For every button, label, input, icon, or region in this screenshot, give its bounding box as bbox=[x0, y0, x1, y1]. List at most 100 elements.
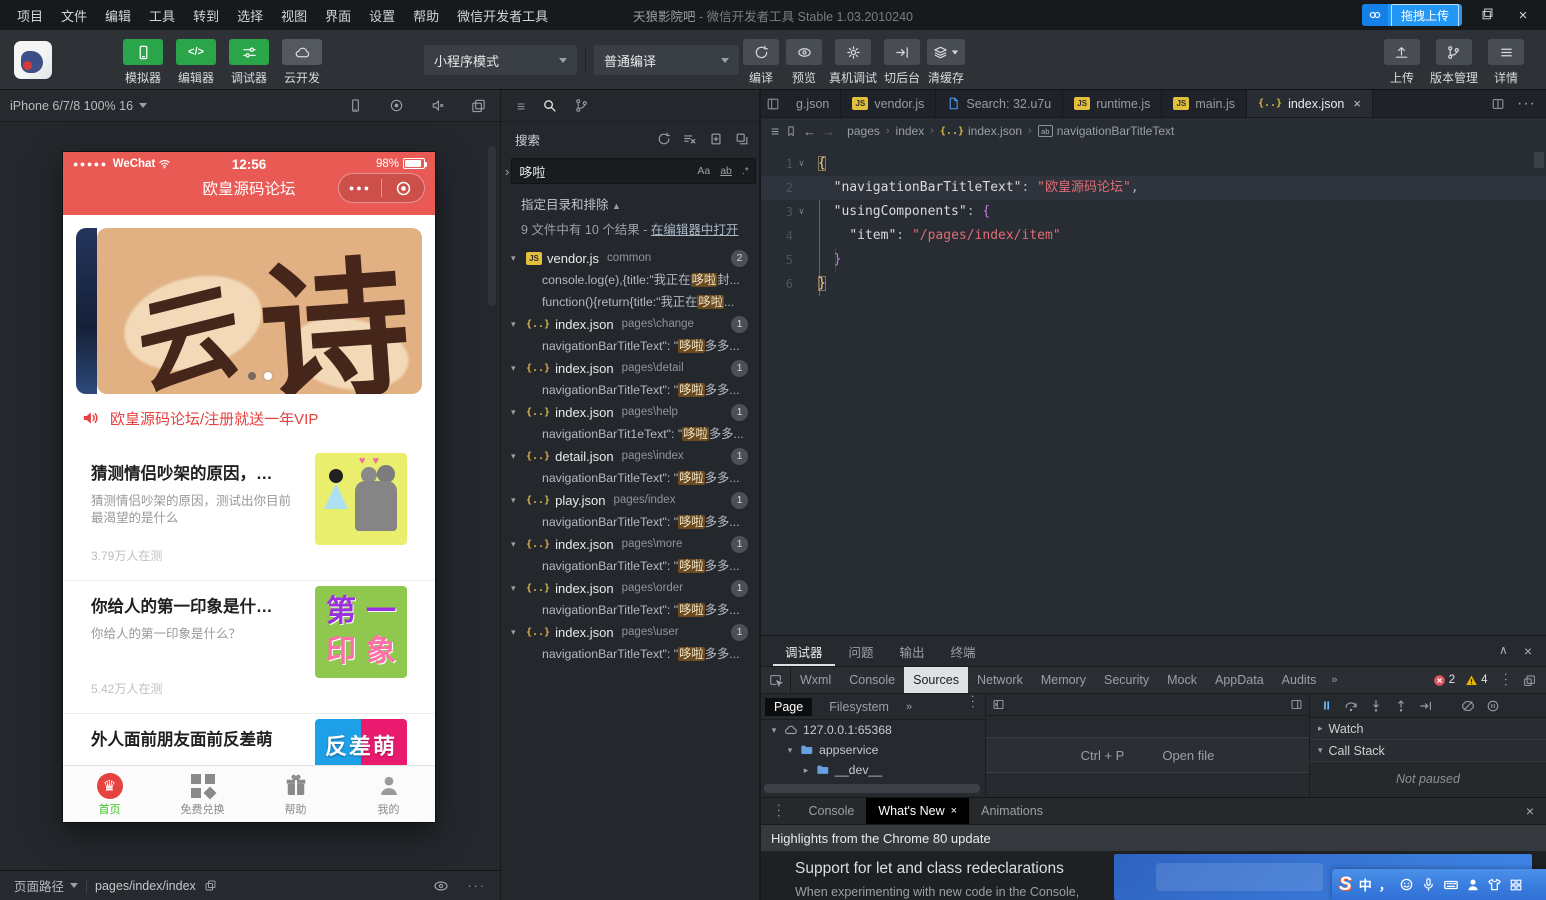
search-input[interactable] bbox=[519, 163, 696, 179]
sogou-logo-icon[interactable]: S bbox=[1339, 874, 1352, 896]
multi-window-icon[interactable] bbox=[471, 98, 486, 113]
skin-icon[interactable] bbox=[1487, 877, 1502, 892]
collapse-all-icon[interactable] bbox=[735, 132, 749, 146]
toolbar-button-清缓存[interactable]: 清缓存 bbox=[927, 39, 966, 86]
toolbar-button-上传[interactable]: 上传 bbox=[1383, 39, 1420, 86]
punctuation-icon[interactable]: ， bbox=[1379, 875, 1392, 894]
warning-badge[interactable]: 4 bbox=[1465, 674, 1488, 687]
toolbar-button-版本管理[interactable]: 版本管理 bbox=[1430, 39, 1478, 86]
article-title[interactable]: Support for let and class redeclarations bbox=[795, 860, 1064, 878]
more-actions-icon[interactable]: ··· bbox=[1517, 95, 1536, 113]
open-in-editor-link[interactable]: 在编辑器中打开 bbox=[651, 223, 739, 237]
simulator-scrollbar[interactable] bbox=[488, 146, 496, 306]
carousel-slide-image[interactable]: 云 诗 bbox=[97, 228, 422, 394]
menu-item-1[interactable]: 文件 bbox=[52, 6, 96, 25]
menu-item-8[interactable]: 设置 bbox=[360, 6, 404, 25]
inspect-element-icon[interactable] bbox=[761, 667, 791, 693]
debugger-tab-问题[interactable]: 问题 bbox=[837, 636, 886, 666]
editor-tab-vendor.js[interactable]: JS vendor.js bbox=[841, 90, 937, 117]
refresh-search-icon[interactable] bbox=[657, 132, 671, 146]
step-button[interactable] bbox=[1419, 699, 1433, 713]
step-into-button[interactable] bbox=[1369, 699, 1383, 713]
rotate-device-icon[interactable] bbox=[348, 98, 363, 113]
keyboard-icon[interactable] bbox=[1443, 877, 1459, 893]
code-line-5[interactable]: 5 } bbox=[761, 248, 1546, 272]
tree-item-__dev__[interactable]: ▸ __dev__ bbox=[761, 760, 985, 780]
search-result-match[interactable]: navigationBarTitleText": "哆啦多多... bbox=[501, 379, 759, 401]
fold-chevron-icon[interactable]: ∨ bbox=[793, 152, 810, 176]
search-result-file[interactable]: ▾ {..} detail.json pages\index 1 bbox=[501, 445, 759, 467]
toggle-sidebar-icon[interactable] bbox=[761, 90, 785, 117]
search-scope-toggle[interactable]: 指定目录和排除 ▲ bbox=[521, 194, 759, 213]
devtools-tab-Wxml[interactable]: Wxml bbox=[791, 667, 840, 693]
eye-icon[interactable] bbox=[433, 878, 449, 894]
more-options-icon[interactable]: ··· bbox=[468, 879, 487, 893]
code-line-6[interactable]: 6 } bbox=[761, 272, 1546, 296]
navigator-tab-Page[interactable]: Page bbox=[765, 697, 813, 716]
search-result-file[interactable]: ▾ {..} index.json pages\order 1 bbox=[501, 577, 759, 599]
call-stack-section[interactable]: ▾ Call Stack bbox=[1310, 740, 1546, 762]
navigator-tab-Filesystem[interactable]: Filesystem bbox=[820, 698, 898, 716]
toolbar-button-切后台[interactable]: 切后台 bbox=[884, 39, 920, 86]
forward-icon[interactable]: → bbox=[822, 124, 835, 139]
editor-scrollbar[interactable] bbox=[1534, 152, 1544, 168]
pause-button[interactable] bbox=[1320, 699, 1333, 712]
search-icon[interactable] bbox=[542, 98, 557, 113]
debugger-tab-输出[interactable]: 输出 bbox=[888, 636, 937, 666]
split-editor-icon[interactable] bbox=[1491, 97, 1505, 111]
devtools-tab-Console[interactable]: Console bbox=[840, 667, 904, 693]
menu-item-2[interactable]: 编辑 bbox=[96, 6, 140, 25]
outline-icon[interactable]: ≡ bbox=[771, 124, 779, 138]
code-line-2[interactable]: 2 "navigationBarTitleText": "欧皇源码论坛", bbox=[761, 176, 1546, 200]
menu-item-6[interactable]: 视图 bbox=[272, 6, 316, 25]
devtools-tab-Memory[interactable]: Memory bbox=[1032, 667, 1095, 693]
toolbar-button-真机调试[interactable]: 真机调试 bbox=[829, 39, 877, 86]
devtools-tab-Audits[interactable]: Audits bbox=[1273, 667, 1326, 693]
tabbar-item-免费兑换[interactable]: 免费兑换 bbox=[156, 766, 249, 822]
menu-item-9[interactable]: 帮助 bbox=[404, 6, 448, 25]
code-line-4[interactable]: 4 "item": "/pages/index/item" bbox=[761, 224, 1546, 248]
search-result-match[interactable]: function(){return{title:"我正在哆啦... bbox=[501, 291, 759, 313]
menu-item-7[interactable]: 界面 bbox=[316, 6, 360, 25]
undock-icon[interactable] bbox=[1523, 674, 1536, 687]
devtools-tab-AppData[interactable]: AppData bbox=[1206, 667, 1273, 693]
toolbar-button-详情[interactable]: 详情 bbox=[1488, 39, 1524, 86]
tabbar-item-首页[interactable]: ♛ 首页 bbox=[63, 766, 156, 822]
close-window-button[interactable]: × bbox=[1512, 7, 1534, 24]
quiz-card[interactable]: 外人面前朋友面前反差萌 反差萌外人朋友 bbox=[63, 714, 435, 765]
devtools-tab-Sources[interactable]: Sources bbox=[904, 667, 968, 693]
breadcrumb-item[interactable]: index bbox=[896, 124, 925, 138]
record-icon[interactable] bbox=[389, 98, 404, 113]
search-result-file[interactable]: ▾ {..} index.json pages\change 1 bbox=[501, 313, 759, 335]
close-tab-icon[interactable]: × bbox=[951, 805, 957, 817]
device-selector[interactable]: iPhone 6/7/8 100% 16 bbox=[10, 99, 148, 113]
carousel-prev-slide[interactable] bbox=[76, 228, 97, 394]
compile-select[interactable]: 普通编译 bbox=[594, 45, 739, 75]
search-result-match[interactable]: navigationBarTitleText": "哆啦多多... bbox=[501, 467, 759, 489]
debugger-tab-调试器[interactable]: 调试器 bbox=[773, 636, 835, 666]
breadcrumb-item[interactable]: pages bbox=[847, 124, 880, 138]
show-navigator-icon[interactable] bbox=[992, 698, 1005, 711]
toolbar-button-调试器[interactable]: 调试器 bbox=[226, 39, 272, 86]
search-result-match[interactable]: navigationBarTitleText": "哆啦多多... bbox=[501, 643, 759, 665]
collapse-panel-icon[interactable]: ∧ bbox=[1499, 643, 1508, 659]
back-icon[interactable]: ← bbox=[803, 124, 816, 139]
breadcrumb-item[interactable]: {..} index.json bbox=[940, 124, 1022, 138]
devtools-tab-Network[interactable]: Network bbox=[968, 667, 1032, 693]
notice-bar[interactable]: 欧皇源码论坛/注册就送一年VIP bbox=[63, 402, 435, 434]
mode-select[interactable]: 小程序模式 bbox=[424, 45, 577, 75]
toolbar-button-预览[interactable]: 预览 bbox=[786, 39, 822, 86]
file-list-icon[interactable]: ≡ bbox=[517, 99, 525, 113]
restore-window-button[interactable] bbox=[1476, 7, 1498, 24]
editor-tab-Search: 32.u7u[interactable]: Search: 32.u7u bbox=[936, 90, 1064, 117]
menu-item-10[interactable]: 微信开发者工具 bbox=[448, 6, 557, 25]
error-badge[interactable]: 2 bbox=[1433, 674, 1455, 687]
search-result-file[interactable]: ▾ {..} index.json pages\help 1 bbox=[501, 401, 759, 423]
quiz-card[interactable]: 你给人的第一印象是什… 你给人的第一印象是什么？ 5.42万人在测 第一印象 bbox=[63, 581, 435, 714]
capsule-exit-button[interactable] bbox=[382, 174, 424, 202]
git-branch-icon[interactable] bbox=[574, 98, 589, 113]
toolbar-button-编辑器[interactable]: </> 编辑器 bbox=[173, 39, 219, 86]
next-editor-icon[interactable] bbox=[1290, 698, 1303, 711]
search-result-match[interactable]: navigationBarTitleText": "哆啦多多... bbox=[501, 511, 759, 533]
code-editor[interactable]: 1 ∨ { 2 "navigationBarTitleText": "欧皇源码论… bbox=[761, 144, 1546, 296]
